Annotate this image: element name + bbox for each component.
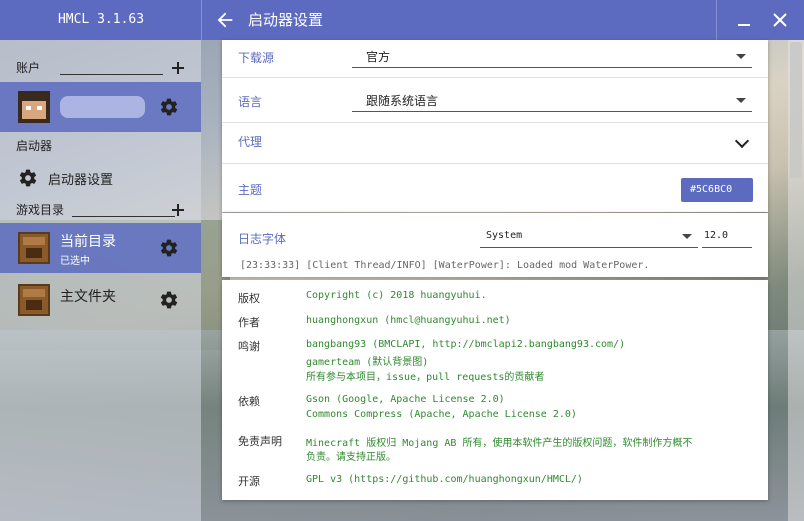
disclaimer-line-1: Minecraft 版权归 Mojang AB 所有，使用本软件产生的版权问题，…	[306, 438, 693, 449]
open-source-value: GPL v3 (https://github.com/huanghongxun/…	[306, 474, 583, 485]
thanks-label: 鸣谢	[238, 340, 260, 353]
gear-icon[interactable]	[159, 290, 179, 310]
section-divider	[60, 74, 163, 75]
thanks-line-3: 所有参与本项目，issue，pull requests的贡献者	[306, 372, 545, 383]
log-font-card: 日志字体 System 12.0 [23:33:33] [Client Thre…	[222, 213, 768, 277]
gear-icon[interactable]	[159, 238, 179, 258]
deps-label: 依赖	[238, 395, 260, 408]
scrollbar-thumb[interactable]	[790, 42, 802, 178]
download-source-row: 下载源 官方	[222, 40, 768, 78]
account-name-redacted	[60, 96, 145, 118]
thanks-line-1: bangbang93 (BMCLAPI, http://bmclapi2.ban…	[306, 339, 626, 350]
deps-line-2: Commons Compress (Apache, Apache License…	[306, 409, 577, 420]
title-divider	[201, 0, 202, 40]
log-font-label: 日志字体	[238, 232, 287, 246]
back-arrow-icon[interactable]	[214, 9, 236, 31]
app-title: HMCL 3.1.63	[57, 12, 145, 27]
page-title: 启动器设置	[248, 11, 324, 29]
proxy-label: 代理	[238, 135, 263, 149]
language-select[interactable]: 跟随系统语言	[352, 88, 752, 112]
game-dir-status: 已选中	[60, 256, 90, 267]
proxy-row[interactable]: 代理	[222, 123, 768, 164]
crafting-table-icon	[18, 284, 50, 316]
add-account-button[interactable]	[171, 61, 185, 75]
author-label: 作者	[238, 316, 260, 329]
game-dir-item-current[interactable]: 当前目录 已选中	[0, 223, 201, 273]
general-settings-card: 下载源 官方 语言 跟随系统语言 代理 主题 #5C6BC0	[222, 40, 768, 212]
close-icon[interactable]	[770, 10, 790, 30]
theme-color-button[interactable]: #5C6BC0	[681, 178, 753, 202]
main-scrollbar[interactable]	[788, 40, 804, 521]
about-card: 版权 Copyright (c) 2018 huangyuhui. 作者 hua…	[222, 280, 768, 500]
language-value: 跟随系统语言	[366, 94, 439, 108]
deps-line-1: Gson (Google, Apache License 2.0)	[306, 394, 505, 405]
launcher-settings-item[interactable]: 启动器设置	[0, 162, 201, 194]
log-font-select[interactable]: System	[480, 224, 698, 248]
disclaimer-label: 免责声明	[238, 435, 282, 448]
game-dir-name: 主文件夹	[60, 289, 116, 305]
copyright-label: 版权	[238, 292, 260, 305]
open-source-label: 开源	[238, 475, 260, 488]
launcher-settings-label: 启动器设置	[48, 173, 114, 188]
download-source-select[interactable]: 官方	[352, 44, 752, 68]
log-font-size-input[interactable]: 12.0	[702, 224, 752, 248]
theme-label: 主题	[238, 183, 263, 197]
avatar	[18, 91, 50, 123]
dropdown-caret-icon	[736, 98, 746, 103]
download-source-value: 官方	[366, 50, 391, 64]
launcher-section-title: 启动器	[16, 139, 53, 153]
author-value: huanghongxun (hmcl@huangyuhui.net)	[306, 315, 511, 326]
gear-icon	[19, 169, 37, 187]
download-source-label: 下载源	[238, 51, 275, 65]
game-dir-section-title: 游戏目录	[16, 203, 65, 217]
copyright-value: Copyright (c) 2018 huangyuhui.	[306, 290, 487, 301]
dropdown-caret-icon	[682, 234, 692, 239]
sidebar: 账户 启动器 启动器设置 游戏目录 当前目录 已选中 主文件夹	[0, 40, 201, 521]
thanks-line-2: gamerteam (默认背景图)	[306, 357, 429, 368]
language-row: 语言 跟随系统语言	[222, 78, 768, 123]
log-font-preview: [23:33:33] [Client Thread/INFO] [WaterPo…	[240, 260, 650, 271]
log-font-value: System	[486, 230, 523, 241]
chevron-down-icon[interactable]	[734, 133, 750, 149]
disclaimer-line-2: 负责。请支持正版。	[306, 452, 396, 463]
account-item[interactable]	[0, 82, 201, 132]
game-dir-name: 当前目录	[60, 234, 116, 250]
add-game-dir-button[interactable]	[171, 203, 185, 217]
log-font-size-value: 12.0	[704, 230, 729, 241]
language-label: 语言	[238, 95, 263, 109]
minimize-button[interactable]	[734, 10, 754, 30]
gear-icon[interactable]	[159, 97, 179, 117]
title-bar: HMCL 3.1.63 启动器设置	[0, 0, 804, 40]
dropdown-caret-icon	[736, 54, 746, 59]
title-divider-right	[716, 0, 717, 40]
crafting-table-icon	[18, 232, 50, 264]
account-section-title: 账户	[16, 61, 41, 75]
game-dir-item-home[interactable]: 主文件夹	[0, 276, 201, 324]
section-divider	[72, 216, 175, 217]
